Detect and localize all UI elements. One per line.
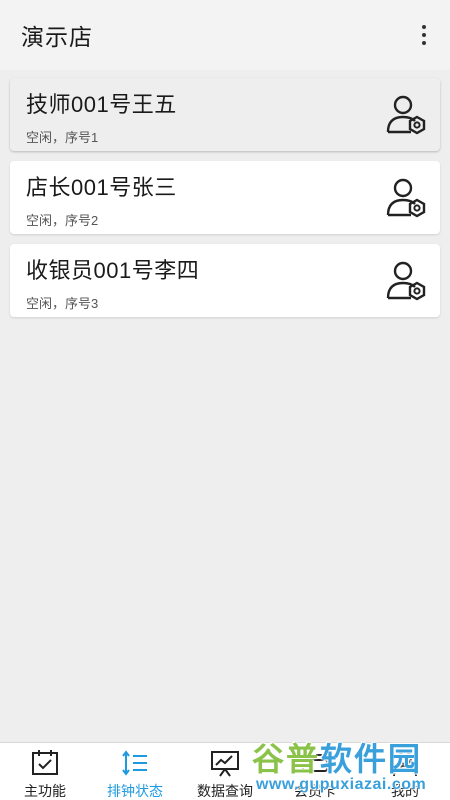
sort-list-icon: [122, 750, 147, 776]
staff-card-wangwu[interactable]: 技师001号王五 空闲，序号1: [10, 78, 440, 151]
calendar-check-icon: [32, 750, 58, 775]
staff-name: 店长001号张三: [26, 175, 177, 200]
staff-name: 技师001号王五: [26, 92, 177, 117]
tab-schedule-status[interactable]: 排钟状态: [90, 743, 180, 800]
staff-list: 技师001号王五 空闲，序号1 店长001号张三 空闲，序号2 收银员001号李…: [10, 78, 440, 327]
chart-board-icon: [211, 751, 239, 777]
staff-status: 空闲，序号3: [26, 296, 99, 311]
person-icon: [393, 751, 417, 777]
staff-card-zhangsan[interactable]: 店长001号张三 空闲，序号2: [10, 161, 440, 234]
tab-label: 我的: [391, 783, 419, 799]
user-settings-icon[interactable]: [384, 258, 430, 304]
staff-status: 空闲，序号1: [26, 130, 99, 145]
tab-data-query[interactable]: 数据查询: [180, 743, 270, 800]
tab-mine[interactable]: 我的: [360, 743, 450, 800]
staff-name: 收银员001号李四: [26, 258, 200, 283]
user-settings-icon[interactable]: [384, 92, 430, 138]
tab-label: 排钟状态: [107, 783, 163, 799]
bottom-nav: 主功能 排钟状态 数据查询 会员卡 我的: [0, 742, 450, 800]
app-bar: 演示店: [0, 0, 450, 70]
staff-status: 空闲，序号2: [26, 213, 99, 228]
tab-label: 主功能: [24, 783, 66, 799]
card-icon: [302, 754, 328, 772]
page-title: 演示店: [21, 24, 93, 50]
tab-main[interactable]: 主功能: [0, 743, 90, 800]
tab-label: 会员卡: [294, 783, 336, 799]
more-vertical-icon[interactable]: [412, 17, 436, 53]
staff-card-lisi[interactable]: 收银员001号李四 空闲，序号3: [10, 244, 440, 317]
tab-member-card[interactable]: 会员卡: [270, 743, 360, 800]
tab-label: 数据查询: [197, 783, 253, 799]
user-settings-icon[interactable]: [384, 175, 430, 221]
